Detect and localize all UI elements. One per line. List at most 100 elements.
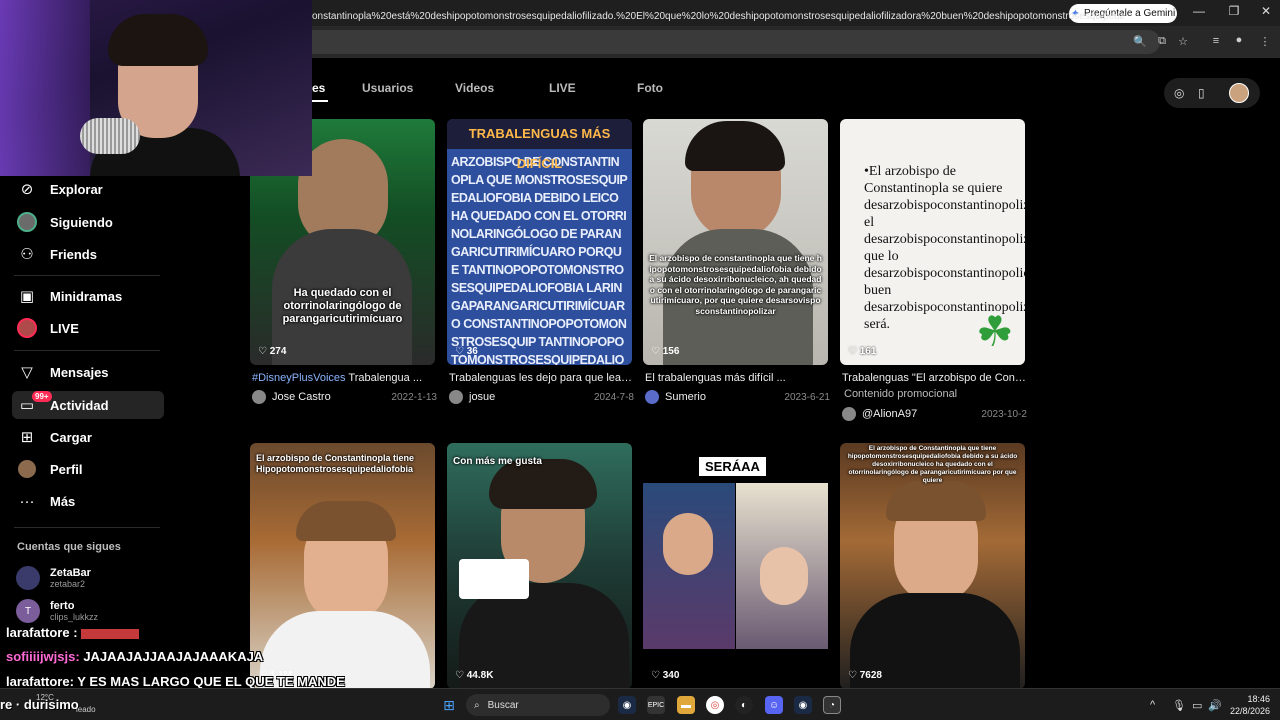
microphone-icon[interactable]: 🎙 (1172, 699, 1186, 712)
phone-icon[interactable]: ▯ (1198, 86, 1205, 100)
video-thumbnail-hair (296, 501, 396, 541)
profile-icon (16, 458, 38, 480)
like-count-value: 274 (269, 346, 287, 357)
author-name[interactable]: Jose Castro (272, 391, 331, 403)
video-card[interactable]: ARZOBISPO DE CONSTANTINOPLA QUE MONSTROS… (447, 119, 632, 365)
windows-start-icon[interactable]: ⊞ (440, 696, 458, 714)
taskbar-clock[interactable]: 18:46 22/8/2026 (1222, 693, 1270, 717)
sidebar-item-perfil[interactable]: Perfil (12, 455, 164, 483)
sidebar-item-label: Actividad (50, 397, 109, 413)
video-title[interactable]: Trabalenguas les dejo para que lean ... (449, 372, 634, 384)
post-date: 2023-10-2 (981, 408, 1027, 420)
tab-usuarios[interactable]: Usuarios (362, 81, 413, 95)
video-card[interactable]: El arzobispo de Constantinopla que tiene… (840, 443, 1025, 689)
sidebar-item-cargar[interactable]: ⊞ Cargar (12, 423, 164, 451)
obs-icon[interactable]: ◔ (823, 696, 841, 714)
following-account[interactable]: ZetaBar zetabar2 (16, 566, 91, 590)
live-icon (16, 317, 38, 339)
discord-icon[interactable]: ☺ (765, 696, 783, 714)
restore-icon[interactable]: ❐ (1224, 4, 1244, 18)
url-field[interactable] (300, 30, 1160, 54)
video-title[interactable]: #DisneyPlusVoices Trabalengua ... (252, 372, 437, 384)
weather-temp[interactable]: 12°C (36, 693, 54, 702)
sidebar-item-friends[interactable]: ⚇ Friends (12, 240, 164, 268)
chat-user: sofiiiijwjsjs (6, 649, 76, 664)
epic-games-icon[interactable]: EPIC (647, 696, 665, 714)
chrome-icon[interactable]: ◎ (706, 696, 724, 714)
sidebar-item-minidramas[interactable]: ▣ Minidramas (12, 282, 164, 310)
chevron-up-icon[interactable]: ^ (1150, 699, 1155, 711)
post-date: 2022-1-13 (391, 391, 437, 403)
hashtag-link[interactable]: #DisneyPlusVoices (252, 372, 346, 384)
taskbar-search-placeholder: Buscar (487, 699, 519, 711)
chat-text: : (73, 625, 78, 640)
sidebar-item-actividad[interactable]: ▭ 99+ Actividad (12, 391, 164, 419)
avatar[interactable] (449, 390, 463, 404)
profile-avatar-icon[interactable]: ● (1232, 34, 1246, 46)
video-thumbnail-header: TRABALENGUAS MÁS DIFÍCIL (447, 119, 632, 171)
video-meta: Jose Castro 2022-1-13 (252, 390, 437, 404)
account-name: ferto (50, 599, 75, 612)
sidebar-item-label: Perfil (50, 461, 83, 477)
video-card[interactable]: El arzobispo de Constantinopla tiene Hip… (250, 443, 435, 689)
user-avatar[interactable] (1229, 83, 1249, 103)
tab-foto[interactable]: Foto (637, 81, 663, 95)
sidebar-item-explorar[interactable]: ⊘ Explorar (12, 175, 164, 203)
reading-list-icon[interactable]: ≡ (1209, 35, 1223, 47)
chat-user: larafattore (6, 625, 70, 640)
webcam-overlay (0, 0, 312, 176)
menu-kebab-icon[interactable]: ⋮ (1258, 35, 1272, 48)
bookmark-star-icon[interactable]: ☆ (1176, 35, 1190, 48)
video-card[interactable]: Con más me gusta ♡ 44.8K (447, 443, 632, 689)
video-card[interactable]: El arzobispo de constantinopla que tiene… (643, 119, 828, 365)
sidebar-item-live[interactable]: LIVE (12, 314, 164, 342)
video-card[interactable]: •El arzobispo de Constantinopla se quier… (840, 119, 1025, 365)
windows-taskbar: re · durisimo 12°C leado ⊞ ⌕ Buscar ◉ EP… (0, 688, 1280, 720)
display-icon[interactable]: ▭ (1192, 699, 1202, 712)
webcam-person-hair (108, 14, 208, 66)
video-caption: Ha quedado con el otorrinolaringólogo de… (282, 287, 403, 325)
install-icon[interactable]: ⧉ (1155, 35, 1169, 48)
sidebar-item-label: LIVE (50, 320, 79, 336)
steam-icon[interactable]: ◉ (794, 696, 812, 714)
sidebar-item-siguiendo[interactable]: Siguiendo (12, 208, 164, 236)
compass-icon[interactable]: ◎ (1174, 86, 1184, 100)
tab-videos[interactable]: Videos (455, 81, 494, 95)
avatar[interactable] (645, 390, 659, 404)
sidebar-item-label: Minidramas (50, 288, 123, 304)
like-count-value: 161 (859, 346, 877, 357)
github-icon[interactable]: ◐ (735, 696, 753, 714)
zoom-icon[interactable]: 🔍 (1133, 35, 1147, 48)
sidebar-item-label: Explorar (50, 181, 103, 197)
taskbar-search[interactable]: ⌕ Buscar (466, 694, 610, 716)
clover-icon: ☘ (976, 308, 1014, 355)
steam-icon[interactable]: ◉ (618, 696, 636, 714)
minimize-icon[interactable]: — (1189, 4, 1209, 18)
author-name[interactable]: Sumerio (665, 391, 706, 403)
sidebar-item-mas[interactable]: ··· Más (12, 487, 164, 515)
video-meta: josue 2024-7-8 (449, 390, 634, 404)
following-account[interactable]: T ferto clips_lukkzz (16, 599, 98, 623)
weather-status: leado (76, 705, 96, 714)
sidebar-item-label: Mensajes (50, 364, 109, 380)
chat-message: sofiiiijwjsjs: JAJAAJAJJAAJAJAAAKAJA (6, 649, 264, 664)
chat-text: Y ES MAS LARGO QUE EL QUE TE MANDE (77, 674, 345, 689)
tab-top[interactable]: es (312, 81, 325, 95)
author-name[interactable]: josue (469, 391, 495, 403)
video-thumbnail-hair (685, 121, 785, 171)
avatar[interactable] (252, 390, 266, 404)
video-thumbnail-face (663, 513, 713, 575)
close-icon[interactable]: ✕ (1256, 4, 1276, 18)
like-count: ♡ 340 (651, 670, 680, 681)
sidebar-item-mensajes[interactable]: ▽ Mensajes (12, 358, 164, 386)
file-explorer-icon[interactable]: ▬ (677, 696, 695, 714)
speaker-icon[interactable]: 🔊 (1208, 699, 1222, 712)
video-card[interactable]: SERÁAA ♡ 340 (643, 443, 828, 689)
video-title[interactable]: Trabalenguas "El arzobispo de Const... (842, 372, 1027, 384)
video-title[interactable]: El trabalenguas más difícil ... (645, 372, 830, 384)
like-count: ♡ 7628 (848, 670, 882, 681)
url-text[interactable]: onstantinopla%20está%20deshipopotomonstr… (312, 11, 1124, 22)
author-name[interactable]: @AlionA97 (862, 408, 917, 420)
tab-live[interactable]: LIVE (549, 81, 576, 95)
avatar[interactable] (842, 407, 856, 421)
